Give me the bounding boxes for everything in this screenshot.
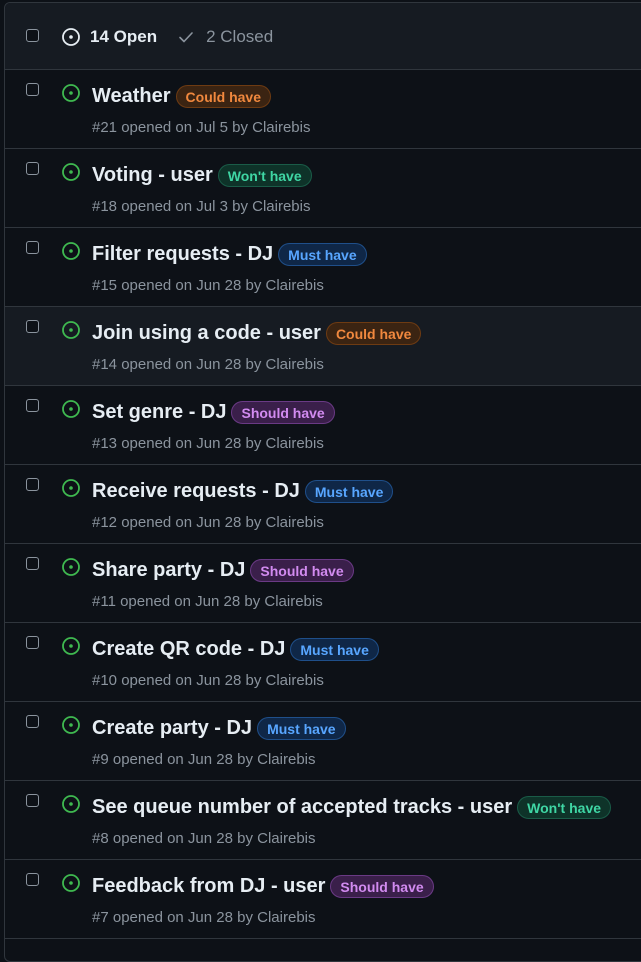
issue-row[interactable]: Voting - user Won't have #18 opened on Jul…	[5, 149, 641, 228]
issue-title-line: Voting - user Won't have	[92, 161, 312, 189]
issue-meta: #10 opened on Jun 28 by Clairebis	[92, 672, 324, 689]
open-count-label: 14 Open	[90, 27, 158, 46]
closed-count-label: 2 Closed	[206, 27, 274, 46]
issue-checkbox[interactable]	[26, 557, 39, 570]
check-icon	[179, 32, 193, 43]
issue-opened-icon	[62, 716, 80, 734]
issue-row[interactable]: Receive requests - DJ Must have #12 opened…	[5, 465, 641, 544]
issue-state-filter: 14 Open 2 Closed	[61, 25, 273, 49]
issues-list-header: 14 Open 2 Closed	[5, 3, 641, 70]
issue-title-line: Share party - DJ Should have	[92, 556, 354, 584]
issue-title-line: Feedback from DJ - user Should have	[92, 872, 434, 900]
issue-row[interactable]: Feedback from DJ - user Should have #7 ope…	[5, 860, 641, 939]
issue-opened-icon	[62, 874, 80, 892]
issue-label[interactable]: Must have	[304, 479, 394, 503]
issue-checkbox[interactable]	[26, 478, 39, 491]
issue-rows: Weather Could have #21 opened on Jul 5 by …	[5, 70, 641, 939]
issue-label[interactable]: Should have	[330, 874, 434, 898]
issue-label[interactable]: Could have	[325, 321, 422, 345]
issue-opened-icon	[62, 28, 80, 46]
issue-title-line: Join using a code - user Could have	[92, 319, 422, 347]
issue-row[interactable]: Share party - DJ Should have #11 opened on…	[5, 544, 641, 623]
issue-checkbox[interactable]	[26, 636, 39, 649]
issue-opened-icon	[62, 163, 80, 181]
issue-meta: #9 opened on Jun 28 by Clairebis	[92, 751, 316, 768]
issue-label[interactable]: Could have	[175, 84, 272, 108]
issue-meta: #11 opened on Jun 28 by Clairebis	[92, 593, 323, 610]
issue-meta: #14 opened on Jun 28 by Clairebis	[92, 356, 324, 373]
issue-checkbox[interactable]	[26, 399, 39, 412]
issue-label[interactable]: Should have	[231, 400, 335, 424]
issue-title-link[interactable]: Join using a code - user	[92, 322, 321, 345]
issue-checkbox[interactable]	[26, 320, 39, 333]
issue-row[interactable]: Join using a code - user Could have #14 op…	[5, 307, 641, 386]
issue-meta: #21 opened on Jul 5 by Clairebis	[92, 119, 311, 136]
issue-title-link[interactable]: Create party - DJ	[92, 717, 252, 740]
issue-opened-icon	[62, 795, 80, 813]
issue-label[interactable]: Must have	[290, 637, 379, 661]
issue-opened-icon	[62, 242, 80, 260]
issue-title-line: Create party - DJ Must have	[92, 714, 346, 742]
issue-title-line: Weather Could have	[92, 82, 272, 110]
issue-row[interactable]: See queue number of accepted tracks - us…	[5, 781, 641, 860]
issue-title-link[interactable]: Share party - DJ	[92, 559, 245, 582]
issue-meta: #18 opened on Jul 3 by Clairebis	[92, 198, 311, 215]
issue-meta: #15 opened on Jun 28 by Clairebis	[92, 277, 324, 294]
select-all-checkbox[interactable]	[26, 29, 39, 42]
issue-title-line: Set genre - DJ Should have	[92, 398, 335, 426]
issue-title-line: Receive requests - DJ Must have	[92, 477, 394, 505]
issue-row[interactable]: Filter requests - DJ Must have #15 opened …	[5, 228, 641, 307]
issue-title-link[interactable]: Receive requests - DJ	[92, 480, 300, 503]
issue-label[interactable]: Must have	[278, 242, 367, 266]
issue-title-line: See queue number of accepted tracks - us…	[92, 793, 612, 821]
issue-title-link[interactable]: See queue number of accepted tracks - us…	[92, 796, 512, 819]
issue-opened-icon	[62, 558, 80, 576]
issue-checkbox[interactable]	[26, 794, 39, 807]
issue-meta: #7 opened on Jun 28 by Clairebis	[92, 909, 316, 926]
issue-opened-icon	[62, 637, 80, 655]
issue-checkbox[interactable]	[26, 715, 39, 728]
issue-title-link[interactable]: Voting - user	[92, 164, 213, 187]
issue-title-link[interactable]: Weather	[92, 85, 171, 108]
issue-meta: #8 opened on Jun 28 by Clairebis	[92, 830, 316, 847]
issue-title-line: Create QR code - DJ Must have	[92, 635, 379, 663]
issue-row[interactable]: Weather Could have #21 opened on Jul 5 by …	[5, 70, 641, 149]
issue-checkbox[interactable]	[26, 83, 39, 96]
issue-meta: #13 opened on Jun 28 by Clairebis	[92, 435, 324, 452]
issue-label[interactable]: Won't have	[217, 163, 312, 187]
issue-row[interactable]: Create QR code - DJ Must have #10 opened o…	[5, 623, 641, 702]
issue-opened-icon	[62, 479, 80, 497]
issues-list: 14 Open 2 Closed Weather Could have #21 op…	[4, 2, 641, 962]
issue-row[interactable]: Set genre - DJ Should have #13 opened on J…	[5, 386, 641, 465]
issue-label[interactable]: Should have	[250, 558, 354, 582]
issue-checkbox[interactable]	[26, 873, 39, 886]
issue-title-link[interactable]: Create QR code - DJ	[92, 638, 285, 661]
issue-opened-icon	[62, 321, 80, 339]
issue-title-link[interactable]: Set genre - DJ	[92, 401, 226, 424]
open-issues-tab[interactable]: 14 Open	[61, 27, 157, 47]
issue-opened-icon	[62, 84, 80, 102]
issue-label[interactable]: Must have	[257, 716, 346, 740]
issue-meta: #12 opened on Jun 28 by Clairebis	[92, 514, 324, 531]
issue-opened-icon	[62, 400, 80, 418]
issue-title-link[interactable]: Filter requests - DJ	[92, 243, 273, 266]
issue-checkbox[interactable]	[26, 162, 39, 175]
issue-row[interactable]: Create party - DJ Must have #9 opened on J…	[5, 702, 641, 781]
issue-checkbox[interactable]	[26, 241, 39, 254]
closed-issues-tab[interactable]: 2 Closed	[178, 27, 273, 47]
issue-title-link[interactable]: Feedback from DJ - user	[92, 875, 325, 898]
issue-label[interactable]: Won't have	[517, 795, 612, 819]
issue-title-line: Filter requests - DJ Must have	[92, 240, 367, 268]
